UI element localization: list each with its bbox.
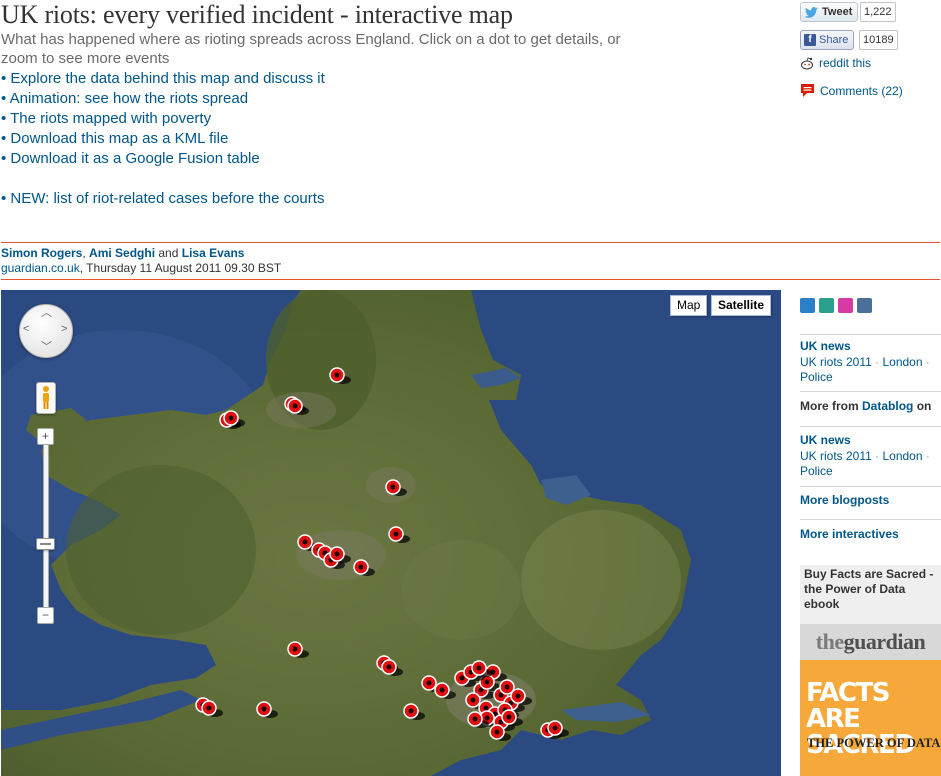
pan-control[interactable]: ︿ ﹀ < >: [19, 304, 73, 358]
reddit-link[interactable]: reddit this: [800, 56, 871, 70]
source-link[interactable]: guardian.co.uk: [1, 261, 80, 275]
share-panel: Tweet 1,222 f Share 10189 reddit this Co…: [800, 2, 940, 98]
more-from-label: More from: [800, 399, 859, 413]
author-simon-rogers[interactable]: Simon Rogers: [1, 246, 82, 260]
more-from-on: on: [913, 399, 932, 413]
satellite-imagery: [1, 290, 781, 776]
article-tools: [800, 298, 872, 313]
headline: UK riots: every verified incident - inte…: [1, 0, 513, 29]
tweet-row: Tweet 1,222: [800, 2, 940, 30]
clip-icon[interactable]: [838, 298, 853, 313]
tweet-label: Tweet: [822, 6, 853, 18]
tag-separator: ·: [871, 449, 883, 463]
sidebar-rule: [800, 486, 941, 487]
tag-london[interactable]: London: [882, 355, 922, 369]
byline-bottom-rule: [1, 279, 940, 280]
pan-left-icon[interactable]: <: [23, 324, 29, 335]
pan-up-icon[interactable]: ︿: [41, 308, 52, 319]
standfirst: What has happened where as rioting sprea…: [1, 31, 621, 67]
byline-top-rule: [1, 242, 940, 243]
email-icon[interactable]: [800, 298, 815, 313]
ebook-cover-subtitle: THE POWER OF DATA: [807, 736, 941, 750]
reddit-label: reddit this: [819, 56, 872, 70]
guardian-logo: theguardian: [800, 624, 941, 660]
tag-london[interactable]: London: [882, 449, 922, 463]
tweet-count: 1,222: [860, 2, 896, 22]
link-poverty-map[interactable]: • The riots mapped with poverty: [1, 109, 325, 129]
map-type-map-button[interactable]: Map: [670, 295, 708, 316]
facebook-count: 10189: [859, 30, 898, 50]
sidebar-rule: [800, 426, 941, 427]
comments-link[interactable]: Comments (22): [800, 83, 903, 98]
map-type-satellite-button[interactable]: Satellite: [711, 295, 772, 316]
author-ami-sedghi[interactable]: Ami Sedghi: [89, 246, 155, 260]
logo-guardian: guardian: [843, 629, 926, 654]
tag-police[interactable]: Police: [800, 464, 833, 478]
facebook-share-label: Share: [819, 34, 849, 46]
uk-news-tags: UK riots 2011 · London · Police: [800, 355, 940, 385]
author-and: and: [155, 246, 182, 260]
ebook-promo[interactable]: Buy Facts are Sacred - the Power of Data…: [800, 565, 941, 776]
tag-separator: ·: [871, 355, 883, 369]
riot-incident-map[interactable]: Map Satellite ︿ ﹀ < > + −: [1, 290, 781, 776]
link-fusion-table[interactable]: • Download it as a Google Fusion table: [1, 149, 325, 169]
zoom-slider-track[interactable]: [43, 432, 49, 618]
pan-right-icon[interactable]: >: [61, 324, 67, 335]
list-spacer: [1, 169, 325, 189]
zoom-in-button[interactable]: +: [37, 428, 54, 445]
comment-bubble-icon: [801, 84, 814, 97]
facebook-row: f Share 10189: [800, 30, 940, 58]
sidebar-rule: [800, 519, 941, 520]
tag-separator: ·: [922, 355, 930, 369]
link-court-cases[interactable]: • NEW: list of riot-related cases before…: [1, 189, 325, 209]
logo-the: the: [815, 629, 844, 654]
uk-news-heading-2[interactable]: UK news: [800, 433, 851, 447]
author-lisa-evans[interactable]: Lisa Evans: [182, 246, 245, 260]
ebook-promo-text[interactable]: Buy Facts are Sacred - the Power of Data…: [804, 567, 940, 612]
link-explore-data[interactable]: • Explore the data behind this map and d…: [1, 69, 325, 89]
publish-date: , Thursday 11 August 2011 09.30 BST: [79, 261, 282, 275]
zoom-slider-handle[interactable]: [36, 538, 55, 550]
link-animation[interactable]: • Animation: see how the riots spread: [1, 89, 325, 109]
byline: Simon Rogers, Ami Sedghi and Lisa Evans: [1, 246, 244, 260]
datablog-link[interactable]: Datablog: [862, 399, 913, 413]
uk-news-heading[interactable]: UK news: [800, 339, 851, 353]
twitter-bird-icon: [804, 6, 818, 18]
tweet-button[interactable]: Tweet: [800, 2, 859, 22]
pegman-icon: [43, 386, 49, 409]
tag-separator: ·: [922, 449, 930, 463]
facebook-share-button[interactable]: f Share: [800, 30, 855, 50]
ebook-cover[interactable]: FACTS ARE SACRED THE POWER OF DATA: [800, 660, 941, 776]
sidebar-rule: [800, 334, 941, 335]
tag-police[interactable]: Police: [800, 370, 833, 384]
dateline: guardian.co.uk, Thursday 11 August 2011 …: [1, 261, 281, 275]
tag-uk-riots[interactable]: UK riots 2011: [800, 355, 872, 369]
pan-down-icon[interactable]: ﹀: [41, 342, 52, 353]
street-view-pegman[interactable]: [36, 382, 56, 414]
more-blogposts-link[interactable]: More blogposts: [800, 493, 889, 507]
reddit-icon: [801, 56, 813, 69]
facebook-icon: f: [804, 34, 816, 46]
more-interactives-link[interactable]: More interactives: [800, 527, 899, 541]
related-links: • Explore the data behind this map and d…: [1, 69, 325, 209]
tag-uk-riots[interactable]: UK riots 2011: [800, 449, 872, 463]
sidebar-rule: [800, 391, 941, 392]
more-from-datablog: More from Datablog on: [800, 399, 931, 413]
google-icon[interactable]: [857, 298, 872, 313]
link-kml-download[interactable]: • Download this map as a KML file: [1, 129, 325, 149]
share-icon[interactable]: [819, 298, 834, 313]
comments-label: Comments (22): [820, 83, 903, 98]
uk-news-tags-2: UK riots 2011 · London · Police: [800, 449, 940, 479]
zoom-out-button[interactable]: −: [37, 607, 54, 624]
